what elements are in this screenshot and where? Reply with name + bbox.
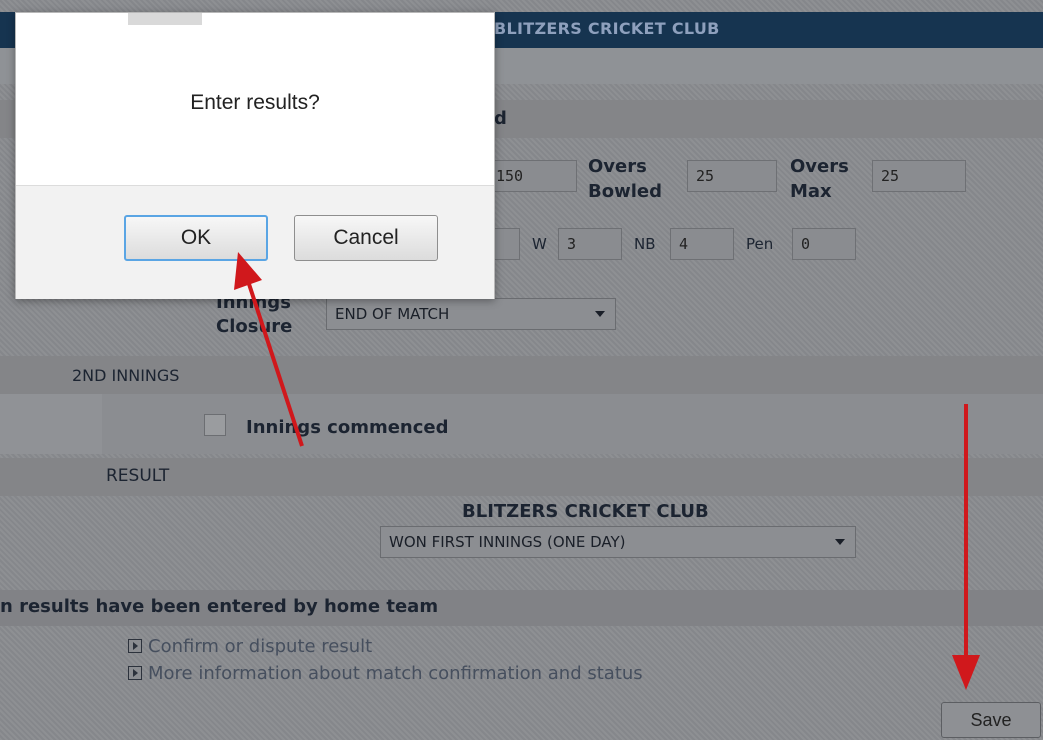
arrow-to-ok <box>234 252 304 447</box>
arrow-to-ok-head <box>234 252 262 290</box>
annotation-arrows <box>234 252 980 690</box>
arrow-to-ok-shaft <box>247 283 304 447</box>
arrow-to-save <box>952 404 980 690</box>
arrow-to-save-head <box>952 655 980 690</box>
